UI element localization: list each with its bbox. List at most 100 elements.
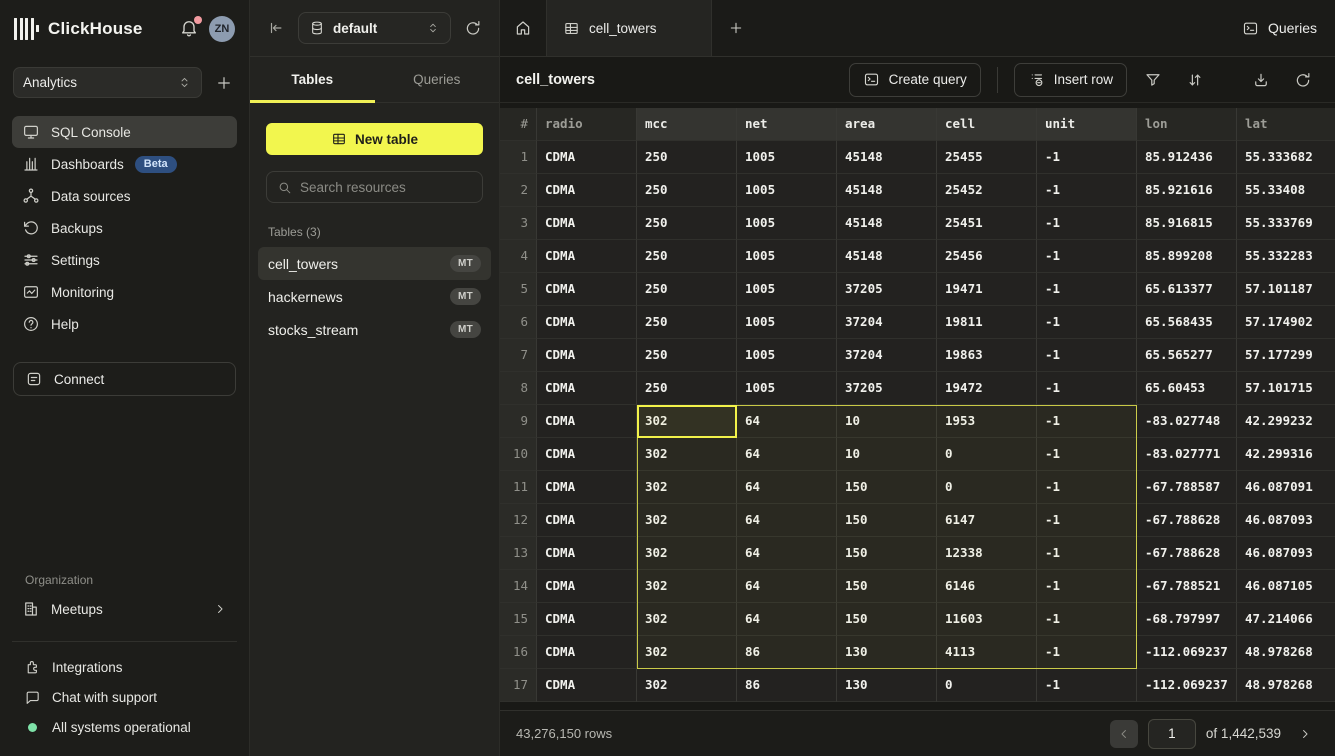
data-cell[interactable]: 37204 — [837, 339, 937, 372]
add-workspace-button[interactable] — [212, 71, 236, 95]
data-cell[interactable]: -1 — [1037, 174, 1137, 207]
data-cell[interactable]: 65.60453 — [1137, 372, 1237, 405]
next-page-button[interactable] — [1291, 720, 1319, 748]
data-cell[interactable]: 1005 — [737, 372, 837, 405]
data-cell[interactable]: 47.214066 — [1237, 603, 1335, 636]
data-cell[interactable]: -1 — [1037, 603, 1137, 636]
data-cell[interactable]: 1005 — [737, 306, 837, 339]
data-cell[interactable]: 65.613377 — [1137, 273, 1237, 306]
data-cell[interactable]: 64 — [737, 603, 837, 636]
data-cell[interactable]: -112.069237 — [1137, 669, 1237, 702]
data-cell[interactable]: 1005 — [737, 141, 837, 174]
avatar[interactable]: ZN — [209, 16, 235, 42]
data-cell[interactable]: -67.788628 — [1137, 504, 1237, 537]
data-cell[interactable]: 25452 — [937, 174, 1037, 207]
data-cell[interactable]: 1005 — [737, 273, 837, 306]
data-cell[interactable]: 250 — [637, 306, 737, 339]
data-cell[interactable]: -1 — [1037, 537, 1137, 570]
data-cell[interactable]: 46.087093 — [1237, 537, 1335, 570]
list-item-hackernews[interactable]: hackernews MT — [258, 280, 491, 313]
doc-tab-cell-towers[interactable]: cell_towers — [547, 0, 712, 56]
data-cell[interactable]: -67.788587 — [1137, 471, 1237, 504]
new-table-button[interactable]: New table — [266, 123, 483, 155]
data-cell[interactable]: 42.299232 — [1237, 405, 1335, 438]
data-cell[interactable]: 57.174902 — [1237, 306, 1335, 339]
data-cell[interactable]: 55.333769 — [1237, 207, 1335, 240]
data-cell[interactable]: 250 — [637, 372, 737, 405]
data-cell[interactable]: 19472 — [937, 372, 1037, 405]
data-cell[interactable]: -1 — [1037, 273, 1137, 306]
data-cell[interactable]: CDMA — [537, 405, 637, 438]
data-cell[interactable]: -1 — [1037, 636, 1137, 669]
sidebar-item-dashboards[interactable]: Dashboards Beta — [12, 148, 237, 180]
data-cell[interactable]: 57.101715 — [1237, 372, 1335, 405]
data-cell[interactable]: 302 — [637, 669, 737, 702]
data-cell[interactable]: 0 — [937, 438, 1037, 471]
data-cell[interactable]: 25451 — [937, 207, 1037, 240]
data-cell[interactable]: CDMA — [537, 372, 637, 405]
data-cell[interactable]: 0 — [937, 471, 1037, 504]
data-cell[interactable]: 65.568435 — [1137, 306, 1237, 339]
clickhouse-logo[interactable]: ClickHouse — [14, 18, 143, 40]
data-cell[interactable]: 150 — [837, 504, 937, 537]
data-cell[interactable]: 302 — [637, 537, 737, 570]
column-header-area[interactable]: area — [837, 108, 937, 141]
queries-button[interactable]: Queries — [1224, 0, 1335, 56]
data-cell[interactable]: 19811 — [937, 306, 1037, 339]
data-cell[interactable]: -83.027771 — [1137, 438, 1237, 471]
notifications-button[interactable] — [179, 18, 201, 40]
data-cell[interactable]: 55.332283 — [1237, 240, 1335, 273]
data-cell[interactable]: 46.087091 — [1237, 471, 1335, 504]
data-cell[interactable]: 302 — [637, 405, 737, 438]
connect-button[interactable]: Connect — [13, 362, 236, 396]
sidebar-item-data-sources[interactable]: Data sources — [12, 180, 237, 212]
data-cell[interactable]: -1 — [1037, 207, 1137, 240]
data-cell[interactable]: 10 — [837, 438, 937, 471]
data-cell[interactable]: 48.978268 — [1237, 669, 1335, 702]
data-cell[interactable]: CDMA — [537, 669, 637, 702]
data-cell[interactable]: -1 — [1037, 669, 1137, 702]
sidebar-item-integrations[interactable]: Integrations — [12, 652, 237, 682]
workspace-select[interactable]: Analytics — [13, 67, 202, 98]
data-cell[interactable]: 64 — [737, 504, 837, 537]
data-cell[interactable]: -1 — [1037, 339, 1137, 372]
column-header-lon[interactable]: lon — [1137, 108, 1237, 141]
data-cell[interactable]: -1 — [1037, 141, 1137, 174]
data-cell[interactable]: 85.921616 — [1137, 174, 1237, 207]
data-cell[interactable]: 19471 — [937, 273, 1037, 306]
sidebar-item-monitoring[interactable]: Monitoring — [12, 276, 237, 308]
data-cell[interactable]: 45148 — [837, 141, 937, 174]
search-resources-input[interactable] — [300, 180, 477, 195]
list-item-cell-towers[interactable]: cell_towers MT — [258, 247, 491, 280]
data-cell[interactable]: CDMA — [537, 273, 637, 306]
data-cell[interactable]: 302 — [637, 471, 737, 504]
tab-tables[interactable]: Tables — [250, 57, 375, 102]
system-status-item[interactable]: All systems operational — [12, 712, 237, 742]
data-cell[interactable]: -1 — [1037, 438, 1137, 471]
filter-button[interactable] — [1137, 64, 1169, 96]
data-cell[interactable]: 64 — [737, 438, 837, 471]
data-cell[interactable]: 250 — [637, 141, 737, 174]
data-cell[interactable]: 302 — [637, 504, 737, 537]
data-cell[interactable]: -1 — [1037, 570, 1137, 603]
data-cell[interactable]: -1 — [1037, 372, 1137, 405]
data-cell[interactable]: 48.978268 — [1237, 636, 1335, 669]
data-cell[interactable]: 85.912436 — [1137, 141, 1237, 174]
data-cell[interactable]: CDMA — [537, 174, 637, 207]
data-cell[interactable]: -83.027748 — [1137, 405, 1237, 438]
sidebar-item-sql-console[interactable]: SQL Console — [12, 116, 237, 148]
refresh-tables-button[interactable] — [461, 16, 485, 40]
sidebar-item-help[interactable]: Help — [12, 308, 237, 340]
data-cell[interactable]: -112.069237 — [1137, 636, 1237, 669]
data-cell[interactable]: 302 — [637, 636, 737, 669]
data-cell[interactable]: 4113 — [937, 636, 1037, 669]
data-cell[interactable]: 64 — [737, 471, 837, 504]
prev-page-button[interactable] — [1110, 720, 1138, 748]
data-cell[interactable]: 1005 — [737, 207, 837, 240]
data-cell[interactable]: 37205 — [837, 372, 937, 405]
data-cell[interactable]: 37205 — [837, 273, 937, 306]
page-number-input[interactable] — [1148, 719, 1196, 749]
download-button[interactable] — [1245, 64, 1277, 96]
data-cell[interactable]: CDMA — [537, 471, 637, 504]
data-cell[interactable]: 1005 — [737, 339, 837, 372]
